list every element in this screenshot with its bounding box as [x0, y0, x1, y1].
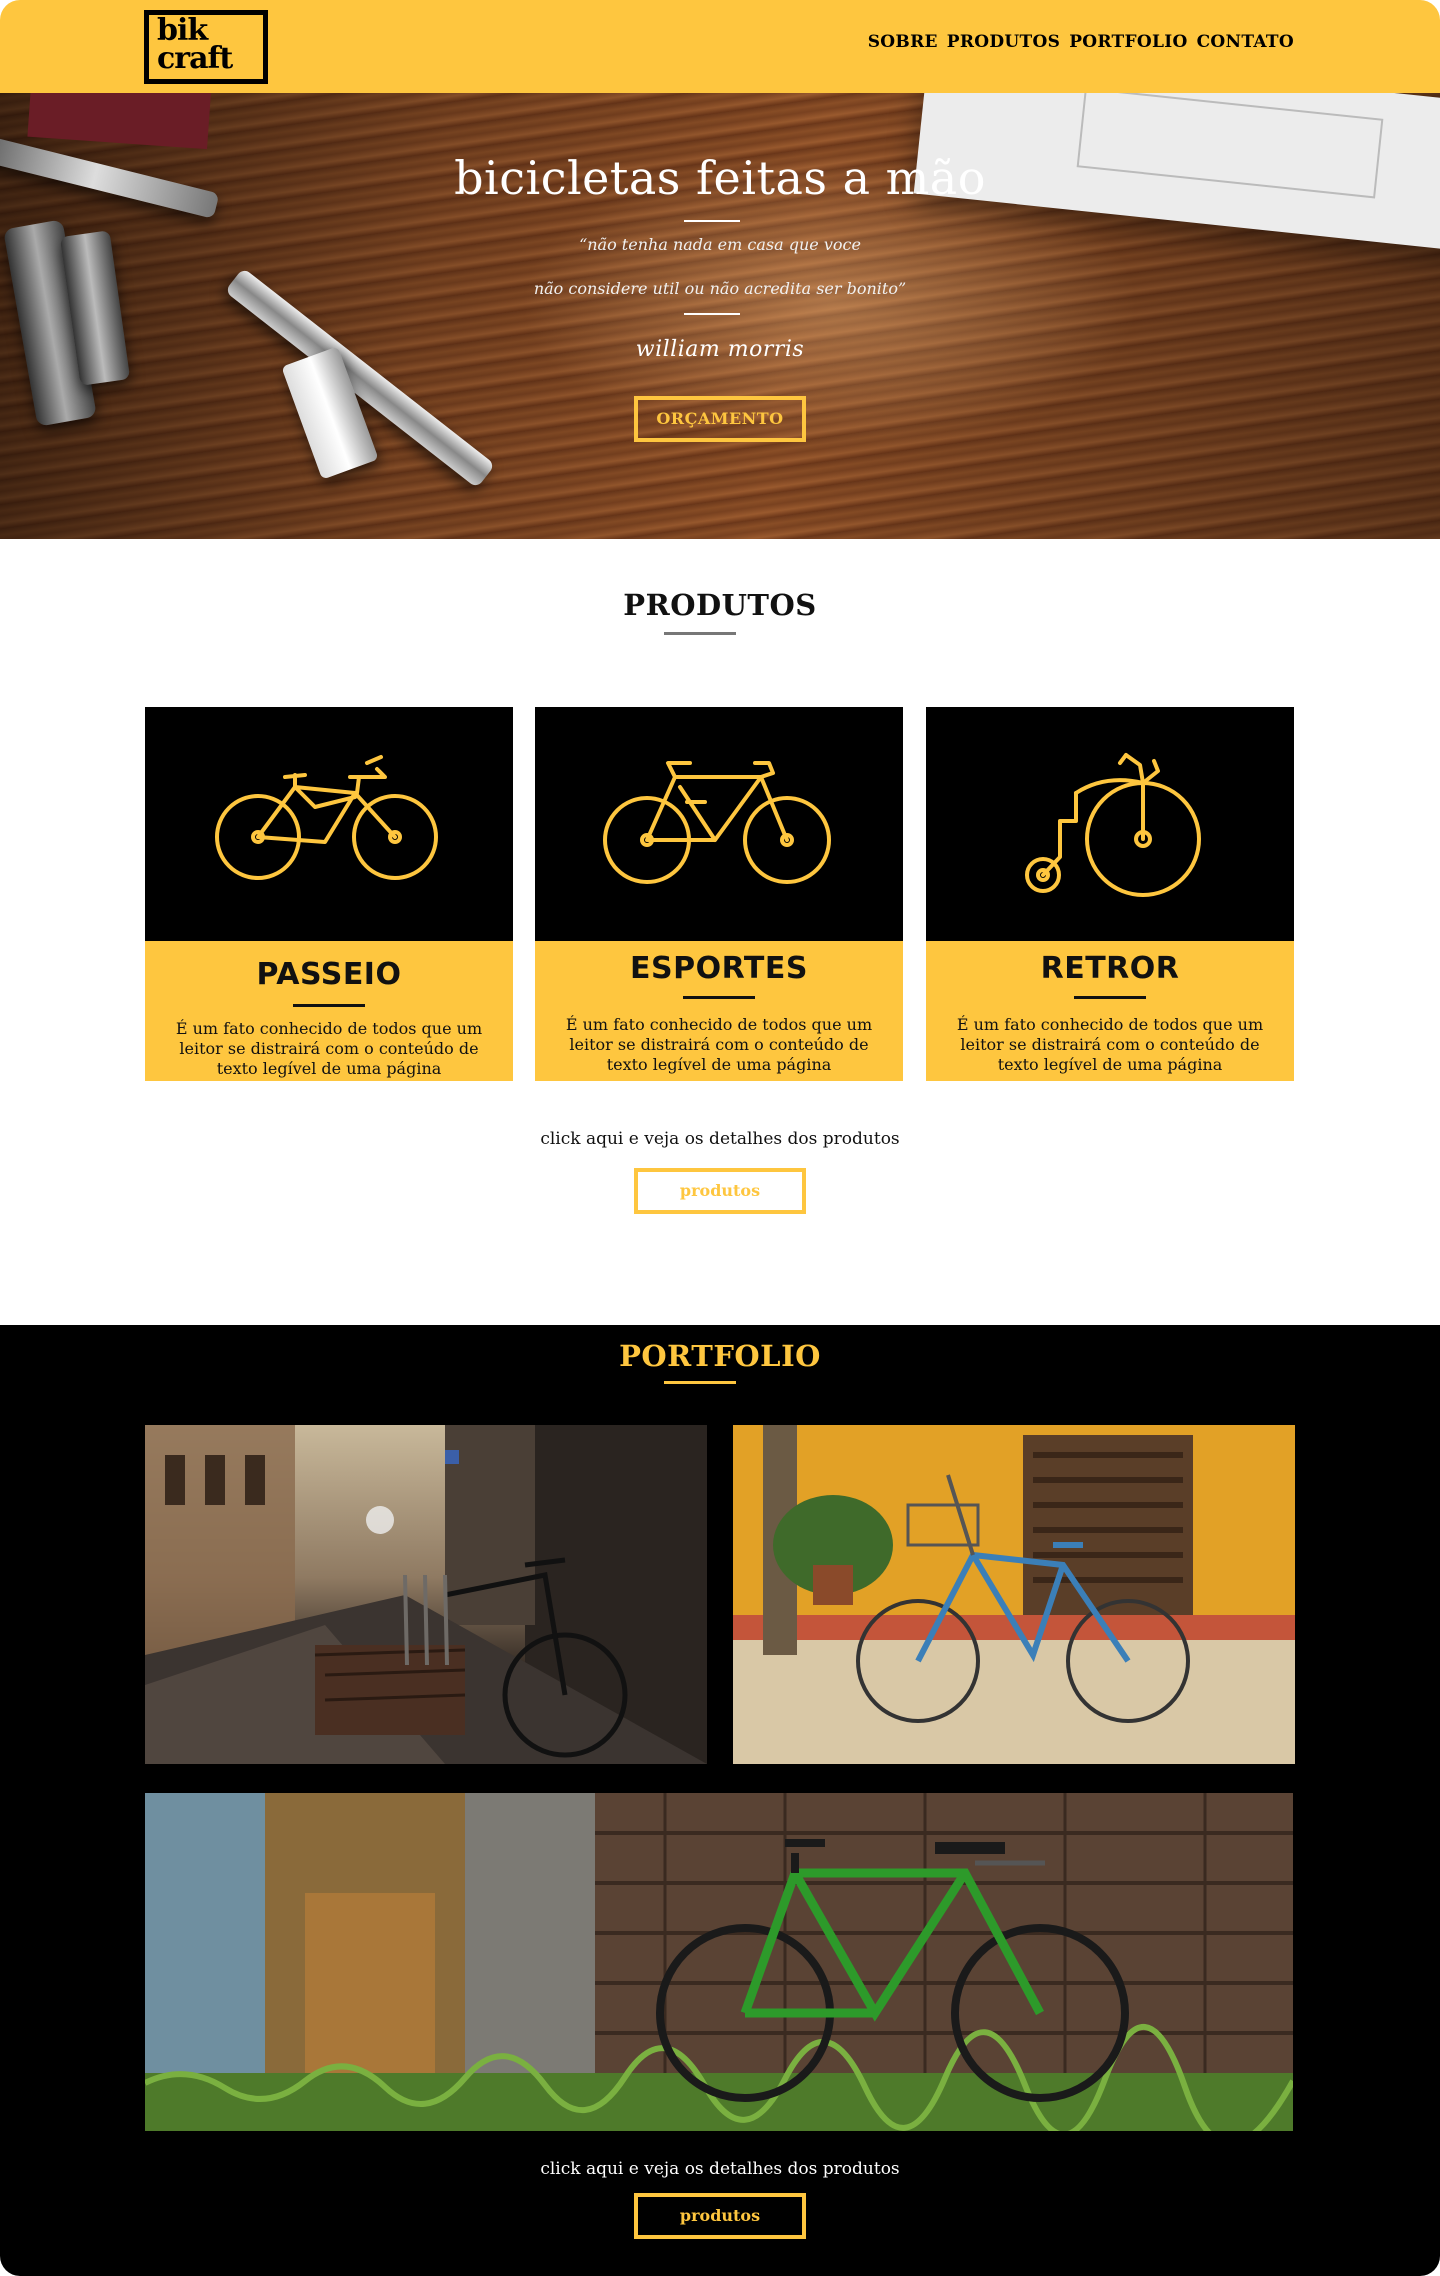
- orcamento-button[interactable]: ORÇAMENTO: [634, 396, 806, 442]
- product-card-image: [145, 707, 513, 941]
- product-card-esportes[interactable]: ESPORTES É um fato conhecido de todos qu…: [535, 707, 903, 1081]
- product-card-body: RETROR É um fato conhecido de todos que …: [926, 941, 1294, 1081]
- portfolio-photo-green-bike[interactable]: [145, 1793, 1293, 2131]
- produtos-button[interactable]: produtos: [634, 1168, 806, 1214]
- product-divider: [293, 1004, 365, 1007]
- portfolio-title: PORTFOLIO: [619, 1339, 821, 1373]
- nav-produtos[interactable]: PRODUTOS: [947, 32, 1060, 52]
- street-bikes-image: [145, 1425, 707, 1764]
- hero-quote-line-1: “não tenha nada em casa que voce: [579, 235, 861, 254]
- product-divider: [1074, 996, 1146, 999]
- product-description: É um fato conhecido de todos que um leit…: [565, 1015, 873, 1074]
- hero-divider: [684, 313, 740, 315]
- nav-contato[interactable]: CONTATO: [1197, 32, 1294, 52]
- nav-sobre[interactable]: SOBRE: [868, 32, 938, 52]
- portfolio-divider: [664, 1381, 736, 1384]
- hero-red-object: [27, 93, 213, 150]
- product-name: ESPORTES: [630, 951, 808, 986]
- product-card-retror[interactable]: RETROR É um fato conhecido de todos que …: [926, 707, 1294, 1081]
- portfolio-produtos-button[interactable]: produtos: [634, 2193, 806, 2239]
- hero-divider: [684, 220, 740, 222]
- main-nav: SOBRE PRODUTOS PORTFOLIO CONTATO: [868, 32, 1294, 52]
- portfolio-section: PORTFOLIO click aqui e veja os detalhes …: [0, 1325, 1440, 2276]
- product-name: PASSEIO: [256, 957, 402, 992]
- blue-bike-image: [733, 1425, 1295, 1764]
- portfolio-photo-blue-bike[interactable]: [733, 1425, 1295, 1764]
- nav-portfolio[interactable]: PORTFOLIO: [1069, 32, 1187, 52]
- product-description: É um fato conhecido de todos que um leit…: [175, 1019, 483, 1078]
- green-bike-image: [145, 1793, 1293, 2131]
- product-divider: [683, 996, 755, 999]
- product-card-image: [926, 707, 1294, 941]
- logo[interactable]: bik craft: [144, 10, 268, 84]
- cruiser-bike-icon: [215, 755, 438, 880]
- penny-farthing-icon: [1025, 753, 1201, 897]
- produtos-title: PRODUTOS: [623, 588, 817, 622]
- road-bike-icon: [603, 761, 831, 884]
- logo-line-2: craft: [157, 41, 233, 76]
- produtos-cta-text: click aqui e veja os detalhes dos produt…: [540, 1129, 900, 1149]
- product-description: É um fato conhecido de todos que um leit…: [956, 1015, 1264, 1074]
- portfolio-photo-street-bikes[interactable]: [145, 1425, 707, 1764]
- hero-author: william morris: [635, 337, 805, 362]
- product-card-body: PASSEIO É um fato conhecido de todos que…: [145, 941, 513, 1081]
- product-card-passeio[interactable]: PASSEIO É um fato conhecido de todos que…: [145, 707, 513, 1081]
- hero-banner: bicicletas feitas a mão “não tenha nada …: [0, 93, 1440, 539]
- hero-title: bicicletas feitas a mão: [454, 151, 986, 205]
- product-name: RETROR: [1040, 951, 1180, 986]
- site-header: bik craft SOBRE PRODUTOS PORTFOLIO CONTA…: [0, 0, 1440, 93]
- portfolio-cta-text: click aqui e veja os detalhes dos produt…: [540, 2159, 900, 2179]
- product-card-image: [535, 707, 903, 941]
- product-card-body: ESPORTES É um fato conhecido de todos qu…: [535, 941, 903, 1081]
- produtos-divider: [664, 632, 736, 635]
- hero-quote-line-2: não considere util ou não acredita ser b…: [533, 279, 907, 298]
- page: bik craft SOBRE PRODUTOS PORTFOLIO CONTA…: [0, 0, 1440, 2276]
